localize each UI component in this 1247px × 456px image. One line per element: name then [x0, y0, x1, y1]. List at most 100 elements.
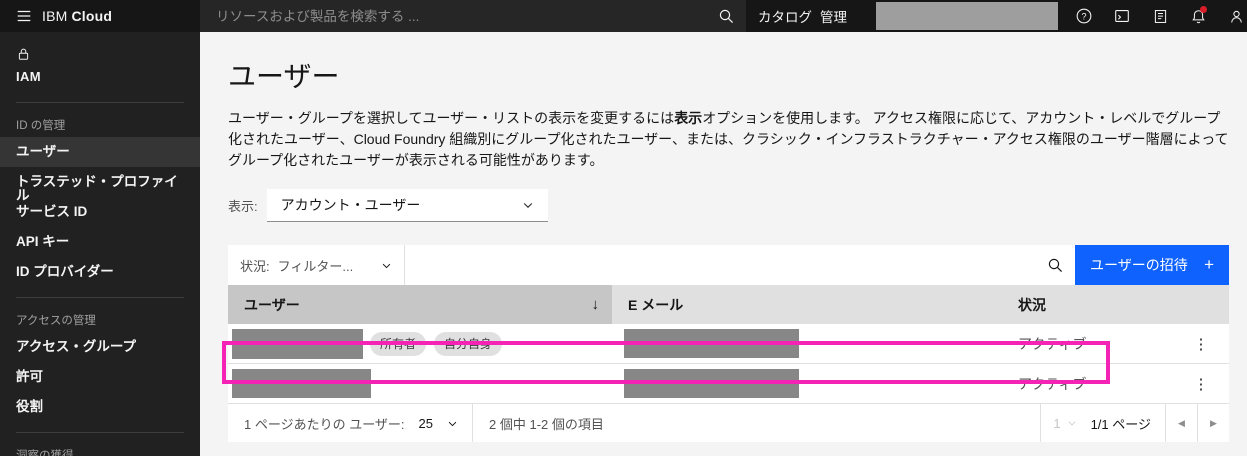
pagination-left: 1 ページあたりの ユーザー: 25 2 個中 1-2 個の項目 [228, 404, 620, 442]
sidebar-item-users[interactable]: ユーザー [0, 137, 200, 167]
status-cell: アクティブ [1018, 375, 1087, 392]
catalog-link[interactable]: カタログ [758, 0, 812, 32]
per-page-value: 25 [418, 415, 434, 431]
previous-page-button[interactable]: ◀ [1166, 404, 1197, 442]
column-header-user-label: ユーザー [244, 296, 300, 313]
view-select-dropdown[interactable]: アカウント・ユーザー [266, 189, 548, 222]
table-search-area [405, 245, 1075, 285]
docs-button[interactable] [1144, 0, 1176, 32]
notifications-button[interactable] [1182, 0, 1214, 32]
docs-icon [1152, 8, 1169, 25]
sidebar-item-authorizations[interactable]: 許可 [0, 362, 200, 392]
row-overflow-menu-button[interactable]: ⋮ [1186, 331, 1217, 357]
help-icon: ? [1075, 7, 1093, 25]
manage-label: 管理 [820, 10, 847, 25]
menu-button[interactable] [0, 0, 48, 32]
sidebar-item-service-ids[interactable]: サービス ID [0, 197, 200, 227]
redacted-email [624, 329, 799, 358]
column-header-user[interactable]: ユーザー ↓ [228, 285, 612, 324]
sidebar-item-id-providers[interactable]: ID プロバイダー [0, 257, 200, 287]
notification-dot [1200, 6, 1207, 13]
manage-menu[interactable]: 管理 [820, 0, 864, 32]
status-filter-dropdown[interactable]: 状況: フィルター... [228, 245, 405, 285]
page-title: ユーザー [228, 61, 340, 92]
status-cell: アクティブ [1018, 335, 1087, 352]
sidebar-header: IAM [0, 32, 200, 92]
sidebar-item-roles[interactable]: 役割 [0, 392, 200, 422]
page-number-select[interactable]: 1 [1041, 404, 1088, 442]
plus-icon: + [1204, 255, 1214, 274]
chevron-down-icon [853, 11, 864, 22]
user-cell [228, 369, 612, 398]
global-search-input[interactable] [200, 8, 706, 24]
next-page-button[interactable]: ▶ [1198, 404, 1229, 442]
profile-button[interactable] [1220, 0, 1247, 32]
column-header-email-label: E メール [628, 296, 684, 313]
sort-descending-icon: ↓ [591, 296, 600, 313]
table-toolbar: 状況: フィルター... ユーザーの招待 + [228, 245, 1229, 285]
sidebar-item-access-groups[interactable]: アクセス・グループ [0, 332, 200, 362]
view-options-row: 表示: アカウント・ユーザー [228, 189, 1229, 222]
caret-left-icon: ◀ [1178, 417, 1185, 428]
actions-cell: ⋮ [1173, 331, 1229, 357]
owner-tag: 所有者 [370, 331, 427, 356]
row-overflow-menu-button[interactable]: ⋮ [1186, 371, 1217, 397]
search-icon [718, 8, 734, 24]
overflow-menu-icon: ⋮ [1193, 375, 1209, 393]
redacted-email [624, 369, 799, 398]
page-description: ユーザー・グループを選択してユーザー・リストの表示を変更するには表示オプションを… [228, 108, 1229, 171]
actions-cell: ⋮ [1173, 371, 1229, 397]
invite-users-button[interactable]: ユーザーの招待 + [1075, 245, 1229, 285]
search-icon [1047, 257, 1063, 273]
cli-window-button[interactable] [1106, 0, 1138, 32]
pagination-bar: 1 ページあたりの ユーザー: 25 2 個中 1-2 個の項目 1 1/1 ペ… [228, 404, 1229, 442]
per-page-label: 1 ページあたりの ユーザー: [244, 416, 405, 432]
page-number-value: 1 [1053, 415, 1061, 431]
column-header-status[interactable]: 状況 [1002, 285, 1173, 324]
view-selected-value: アカウント・ユーザー [280, 197, 421, 213]
per-page-select[interactable]: 1 ページあたりの ユーザー: 25 [228, 414, 472, 433]
overflow-menu-icon: ⋮ [1193, 335, 1209, 353]
filter-label: 状況: [240, 258, 270, 274]
catalog-label: カタログ [758, 10, 812, 25]
email-cell [612, 329, 1002, 358]
pagination-right: 1 1/1 ページ ◀ ▶ [1040, 404, 1229, 442]
chevron-down-icon [522, 199, 534, 211]
iam-sidebar: IAM ID の管理 ユーザー トラステッド・プロファイル サービス ID AP… [0, 32, 200, 456]
sidebar-title: IAM [16, 69, 42, 84]
sidebar-item-api-keys[interactable]: API キー [0, 227, 200, 257]
description-text-1: ユーザー・グループを選択してユーザー・リストの表示を変更するには [228, 110, 675, 126]
chevron-down-icon [381, 260, 392, 271]
redacted-user-name [232, 328, 363, 359]
svg-text:?: ? [1081, 11, 1086, 21]
global-search-button[interactable] [706, 0, 746, 32]
table-header-row: ユーザー ↓ E メール 状況 [228, 285, 1229, 324]
help-button[interactable]: ? [1068, 0, 1100, 32]
table-search-button[interactable] [1035, 245, 1075, 285]
brand-ibm: IBM [42, 8, 68, 24]
section-label-id-management: ID の管理 [16, 120, 66, 132]
chevron-down-icon [447, 418, 458, 429]
global-search-bar [200, 0, 746, 32]
table-row[interactable]: 所有者 自分自身 アクティブ ⋮ [228, 324, 1229, 364]
chevron-down-icon [1067, 418, 1077, 428]
brand-logo[interactable]: IBM Cloud [42, 0, 112, 32]
global-header: IBM Cloud カタログ 管理 ? [0, 0, 1247, 32]
column-header-email[interactable]: E メール [612, 285, 1002, 324]
ibm-cloud-console: IBM Cloud カタログ 管理 ? [0, 0, 1247, 456]
lock-icon [16, 46, 184, 62]
table-row[interactable]: アクティブ ⋮ [228, 364, 1229, 404]
page-total-text: 1/1 ページ [1090, 416, 1151, 432]
column-header-actions [1173, 285, 1229, 324]
hamburger-icon [15, 7, 33, 25]
filter-value: フィルター... [277, 258, 354, 274]
section-label-access-management: アクセスの管理 [16, 315, 96, 327]
sidebar-item-trusted-profiles[interactable]: トラステッド・プロファイル [0, 167, 200, 203]
caret-right-icon: ▶ [1210, 417, 1217, 428]
user-avatar-icon [1228, 8, 1245, 25]
main-content: ユーザー ユーザー・グループを選択してユーザー・リストの表示を変更するには表示オ… [200, 32, 1247, 456]
email-cell [612, 369, 1002, 398]
user-cell: 所有者 自分自身 [228, 328, 612, 359]
view-label: 表示: [228, 199, 258, 214]
pagination-range-text: 2 個中 1-2 個の項目 [489, 416, 604, 432]
